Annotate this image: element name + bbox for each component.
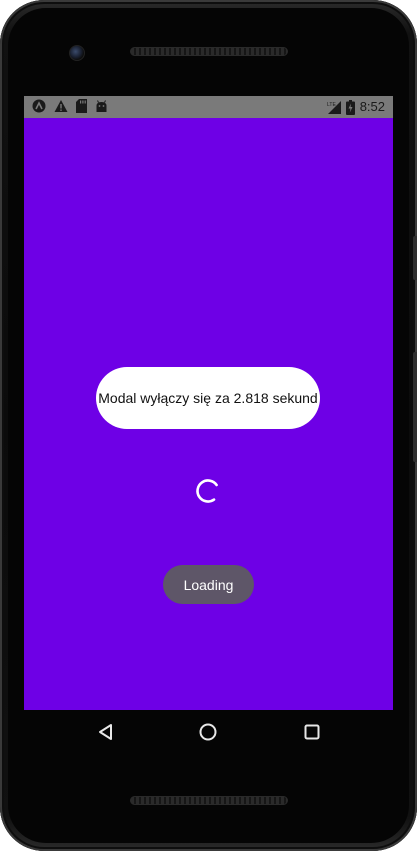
app-screen: LTE 8:52 Modal wyłączy się za 2.818 seku… [24, 96, 393, 710]
navigation-bar [24, 710, 393, 754]
toast-text: Modal wyłączy się za 2.818 sekund [98, 390, 318, 406]
top-speaker [130, 47, 288, 56]
status-right-icons: LTE 8:52 [327, 99, 385, 115]
front-camera [69, 45, 85, 61]
battery-charging-icon [345, 99, 355, 115]
bottom-speaker [130, 796, 288, 805]
power-button [413, 236, 417, 280]
home-icon[interactable] [198, 722, 218, 742]
toast-message: Modal wyłączy się za 2.818 sekund [96, 367, 320, 429]
status-left-icons [32, 99, 108, 113]
volume-button [413, 352, 417, 462]
back-icon[interactable] [96, 722, 116, 742]
svg-text:LTE: LTE [327, 102, 336, 108]
warning-icon [54, 99, 68, 113]
status-bar: LTE 8:52 [24, 96, 393, 118]
status-time: 8:52 [359, 99, 385, 114]
loading-label: Loading [183, 576, 234, 593]
loading-spinner [194, 477, 222, 505]
sd-card-icon [76, 99, 87, 113]
loading-button[interactable]: Loading [163, 565, 254, 604]
android-icon [95, 99, 108, 113]
phone-frame: LTE 8:52 Modal wyłączy się za 2.818 seku… [0, 0, 417, 851]
signal-lte-icon: LTE [327, 100, 341, 114]
app-a-icon [32, 99, 46, 113]
recents-icon[interactable] [302, 722, 322, 742]
